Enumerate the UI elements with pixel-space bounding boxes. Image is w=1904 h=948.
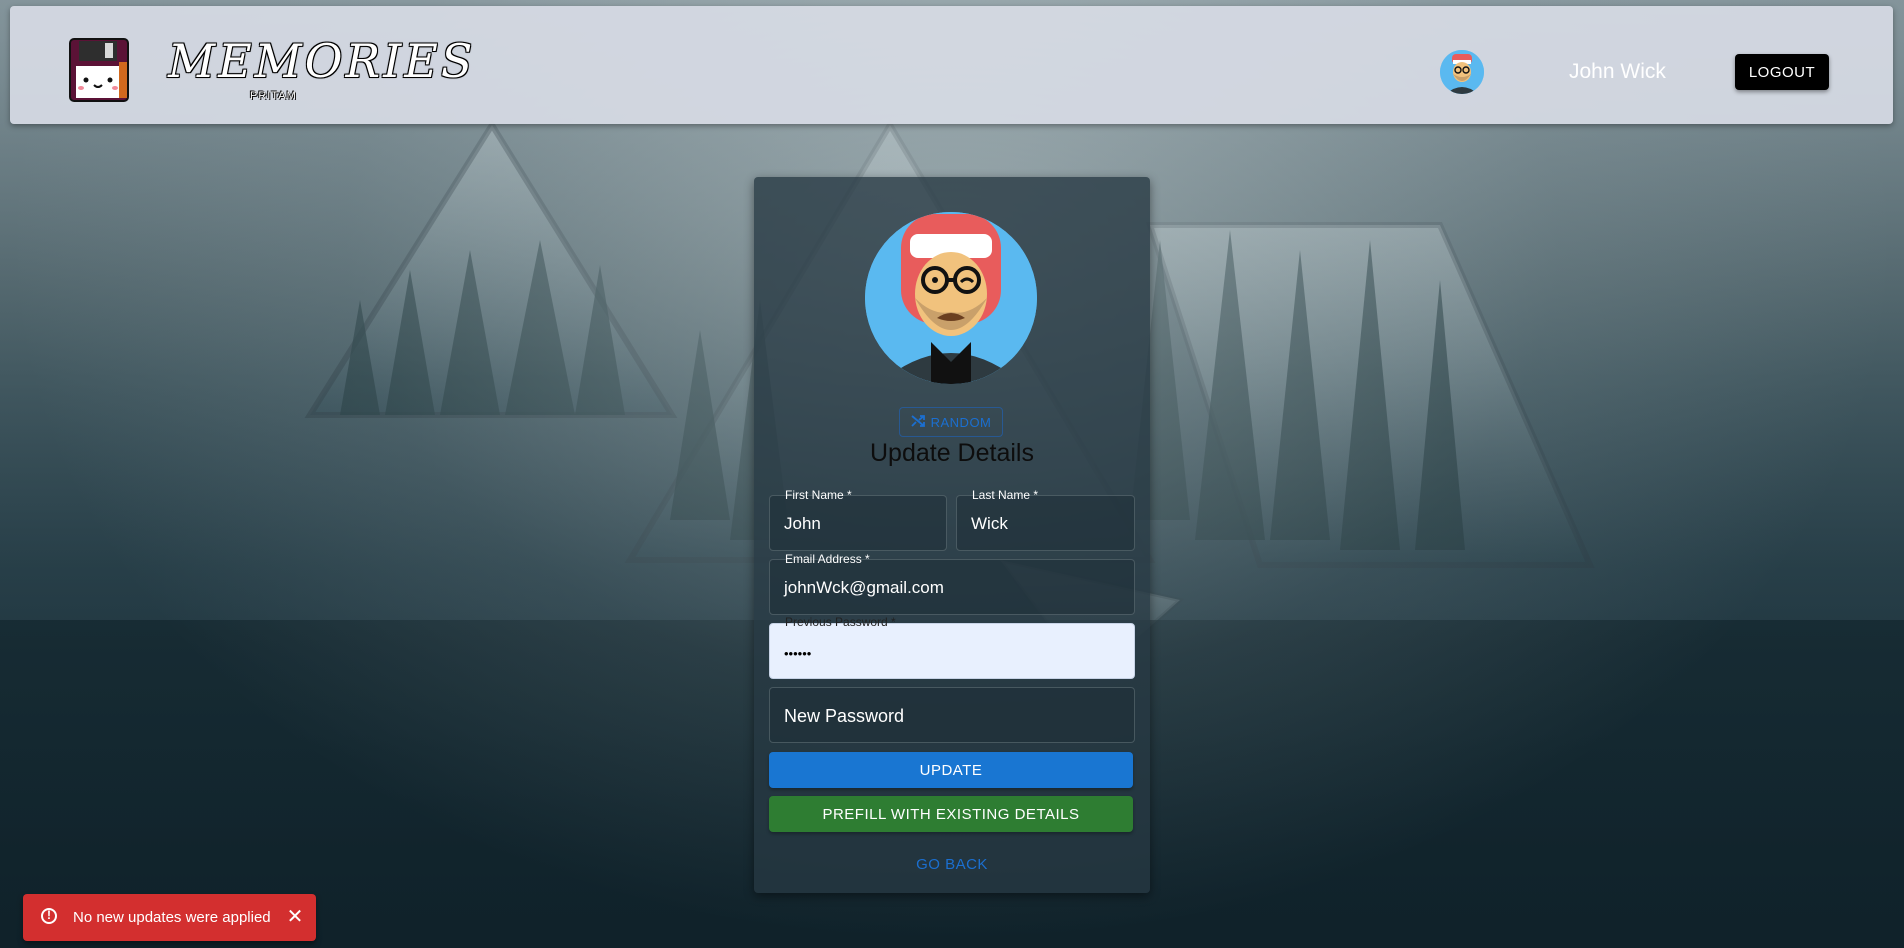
- email-label: Email Address *: [785, 552, 870, 566]
- navbar-username: John Wick: [1569, 60, 1666, 83]
- top-navbar: MEMORIES PRITAM John Wick LOGOUT: [10, 6, 1893, 124]
- previous-password-value: ••••••: [784, 646, 812, 661]
- user-avatar-icon[interactable]: [1440, 50, 1484, 94]
- first-name-field[interactable]: First Name * John: [769, 488, 947, 551]
- random-button-label: RANDOM: [930, 414, 992, 430]
- error-toast: No new updates were applied ✕: [23, 894, 316, 941]
- profile-avatar-icon: [865, 212, 1037, 384]
- first-name-label: First Name *: [785, 488, 852, 502]
- logout-button[interactable]: LOGOUT: [1735, 54, 1829, 90]
- error-outline-icon: [41, 908, 57, 924]
- shuffle-icon: [910, 414, 925, 431]
- previous-password-field[interactable]: Previous Password * ••••••: [769, 615, 1135, 679]
- new-password-placeholder: New Password: [784, 706, 905, 726]
- update-button[interactable]: UPDATE: [769, 752, 1133, 788]
- email-field[interactable]: Email Address * johnWck@gmail.com: [769, 552, 1135, 615]
- update-details-card: RANDOM Update Details First Name * John …: [754, 177, 1150, 893]
- new-password-field[interactable]: New Password: [769, 687, 1135, 743]
- brand-title: MEMORIES: [168, 34, 476, 88]
- first-name-value: John: [784, 514, 821, 533]
- close-icon[interactable]: ✕: [283, 905, 307, 929]
- go-back-button[interactable]: GO BACK: [754, 849, 1150, 879]
- floppy-disk-icon[interactable]: [69, 38, 129, 102]
- last-name-value: Wick: [971, 514, 1008, 533]
- last-name-field[interactable]: Last Name * Wick: [956, 488, 1135, 551]
- random-avatar-button[interactable]: RANDOM: [899, 407, 1003, 437]
- brand-subtitle: PRITAM: [250, 90, 297, 102]
- prefill-button[interactable]: PREFILL WITH EXISTING DETAILS: [769, 796, 1133, 832]
- email-value: johnWck@gmail.com: [784, 578, 944, 597]
- last-name-label: Last Name *: [972, 488, 1039, 502]
- toast-message: No new updates were applied: [73, 909, 271, 926]
- form-title: Update Details: [870, 439, 1034, 467]
- previous-password-label: Previous Password *: [785, 615, 896, 629]
